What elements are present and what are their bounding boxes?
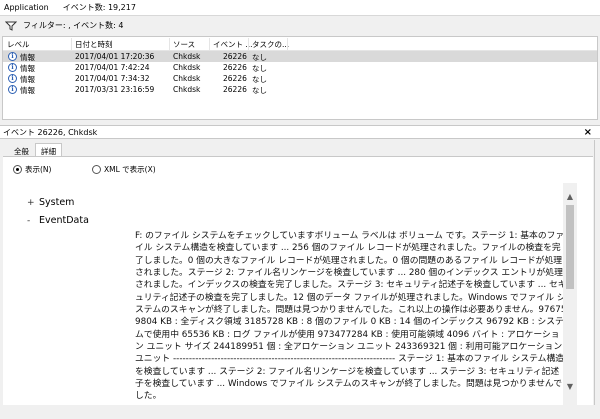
event-list[interactable]: レベル 日付と時刻 ソース イベント ... タスクの... i 情報 2017… xyxy=(2,36,598,120)
xml-view-label: XML で表示(X) xyxy=(104,165,156,174)
scroll-thumb[interactable] xyxy=(566,205,574,289)
row-level: 情報 xyxy=(20,86,35,95)
xml-view-option[interactable]: XML で表示(X) xyxy=(92,164,156,175)
filter-bar: フィルター: , イベント数: 4 xyxy=(0,17,600,34)
column-header-source[interactable]: ソース xyxy=(173,39,195,50)
event-row[interactable]: i 情報 2017/03/31 23:16:59 Chkdsk 26226 なし xyxy=(3,84,597,95)
column-header-datetime[interactable]: 日付と時刻 xyxy=(75,39,113,50)
row-datetime: 2017/04/01 7:34:32 xyxy=(75,74,150,83)
close-icon[interactable]: × xyxy=(584,127,592,138)
event-row[interactable]: i 情報 2017/04/01 7:34:32 Chkdsk 26226 なし xyxy=(3,73,597,84)
event-detail-content[interactable]: + System - EventData F: のファイル システムをチェックし… xyxy=(3,183,576,405)
tree-node-label: System xyxy=(39,197,75,208)
friendly-view-radio[interactable] xyxy=(13,165,22,174)
expand-icon[interactable]: + xyxy=(27,198,39,208)
row-source: Chkdsk xyxy=(173,85,201,94)
view-mode-options: 表示(N) XML で表示(X) xyxy=(3,157,593,183)
column-header-task[interactable]: タスクの... xyxy=(252,39,289,50)
tab-general[interactable]: 全般 xyxy=(8,143,35,157)
tab-details[interactable]: 詳細 xyxy=(35,143,62,157)
filter-summary: フィルター: , イベント数: 4 xyxy=(23,21,124,30)
friendly-view-option[interactable]: 表示(N) xyxy=(13,164,51,175)
xml-view-radio[interactable] xyxy=(92,165,101,174)
tree-node-label: EventData xyxy=(39,215,89,226)
info-icon: i xyxy=(8,63,17,72)
detail-title: イベント 26226, Chkdsk xyxy=(3,127,98,137)
tree-node-eventdata[interactable]: - EventData xyxy=(27,215,89,226)
row-task: なし xyxy=(252,86,267,95)
info-icon: i xyxy=(8,52,17,61)
event-data-text: F: のファイル システムをチェックしていますボリューム ラベルは ボリューム … xyxy=(135,231,567,402)
row-event-id: 26226 xyxy=(223,52,247,61)
scroll-up-icon[interactable]: ▲ xyxy=(565,192,575,202)
row-source: Chkdsk xyxy=(173,63,201,72)
title-bar: Application イベント数: 19,217 xyxy=(0,0,600,16)
row-source: Chkdsk xyxy=(173,52,201,61)
list-header: レベル 日付と時刻 ソース イベント ... タスクの... xyxy=(3,37,597,51)
event-row[interactable]: i 情報 2017/04/01 17:20:36 Chkdsk 26226 なし xyxy=(3,51,597,62)
row-event-id: 26226 xyxy=(223,85,247,94)
row-event-id: 26226 xyxy=(223,63,247,72)
column-header-level[interactable]: レベル xyxy=(7,39,30,50)
collapse-icon[interactable]: - xyxy=(27,216,39,226)
column-header-event-id[interactable]: イベント ... xyxy=(213,39,253,50)
vertical-scrollbar[interactable]: ▲ ▼ xyxy=(563,183,577,405)
row-datetime: 2017/03/31 23:16:59 xyxy=(75,85,155,94)
event-row[interactable]: i 情報 2017/04/01 7:42:24 Chkdsk 26226 なし xyxy=(3,62,597,73)
row-datetime: 2017/04/01 17:20:36 xyxy=(75,52,155,61)
detail-tabs: 全般 詳細 xyxy=(8,143,62,157)
detail-header: イベント 26226, Chkdsk × xyxy=(0,125,600,139)
row-datetime: 2017/04/01 7:42:24 xyxy=(75,63,150,72)
filter-icon[interactable] xyxy=(5,21,17,31)
event-count: イベント数: 19,217 xyxy=(62,3,136,12)
info-icon: i xyxy=(8,74,17,83)
row-event-id: 26226 xyxy=(223,74,247,83)
log-name: Application xyxy=(4,3,49,12)
tree-node-system[interactable]: + System xyxy=(27,197,74,208)
scroll-down-icon[interactable]: ▼ xyxy=(565,382,575,392)
row-source: Chkdsk xyxy=(173,74,201,83)
friendly-view-label: 表示(N) xyxy=(25,165,52,174)
info-icon: i xyxy=(8,85,17,94)
